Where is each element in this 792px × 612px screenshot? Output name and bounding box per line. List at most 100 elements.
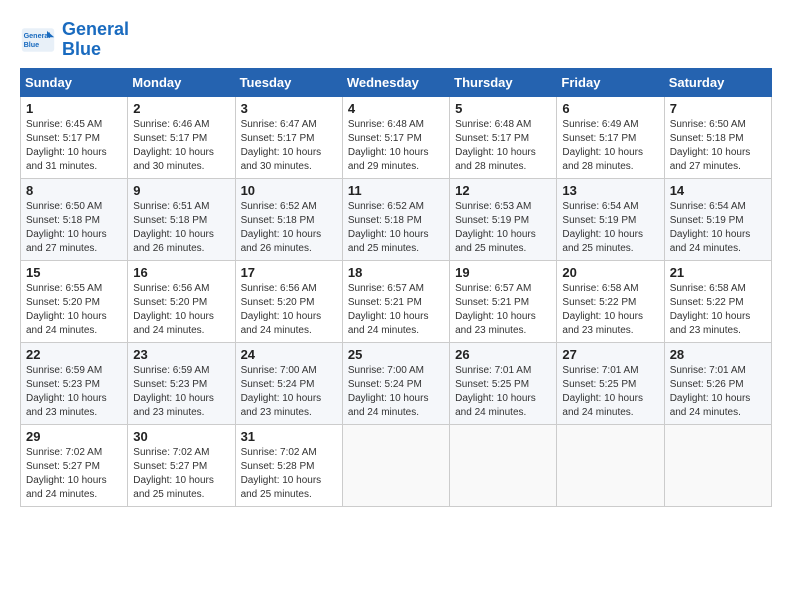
calendar-cell: 31 Sunrise: 7:02 AM Sunset: 5:28 PM Dayli… xyxy=(235,424,342,506)
day-info: Sunrise: 6:50 AM Sunset: 5:18 PM Dayligh… xyxy=(670,118,766,174)
day-number: 24 xyxy=(241,347,337,362)
calendar-cell: 25 Sunrise: 7:00 AM Sunset: 5:24 PM Dayli… xyxy=(342,342,449,424)
day-number: 12 xyxy=(455,183,551,198)
calendar-cell: 11 Sunrise: 6:52 AM Sunset: 5:18 PM Dayli… xyxy=(342,178,449,260)
day-info: Sunrise: 6:59 AM Sunset: 5:23 PM Dayligh… xyxy=(26,364,122,420)
day-number: 15 xyxy=(26,265,122,280)
day-info: Sunrise: 7:01 AM Sunset: 5:26 PM Dayligh… xyxy=(670,364,766,420)
day-info: Sunrise: 6:54 AM Sunset: 5:19 PM Dayligh… xyxy=(670,200,766,256)
day-info: Sunrise: 6:48 AM Sunset: 5:17 PM Dayligh… xyxy=(455,118,551,174)
calendar-cell: 4 Sunrise: 6:48 AM Sunset: 5:17 PM Daylig… xyxy=(342,96,449,178)
weekday-header-monday: Monday xyxy=(128,68,235,96)
day-number: 6 xyxy=(562,101,658,116)
day-info: Sunrise: 6:45 AM Sunset: 5:17 PM Dayligh… xyxy=(26,118,122,174)
day-number: 16 xyxy=(133,265,229,280)
day-number: 11 xyxy=(348,183,444,198)
calendar-cell: 22 Sunrise: 6:59 AM Sunset: 5:23 PM Dayli… xyxy=(21,342,128,424)
calendar-cell: 1 Sunrise: 6:45 AM Sunset: 5:17 PM Daylig… xyxy=(21,96,128,178)
day-number: 4 xyxy=(348,101,444,116)
day-info: Sunrise: 6:59 AM Sunset: 5:23 PM Dayligh… xyxy=(133,364,229,420)
day-info: Sunrise: 6:58 AM Sunset: 5:22 PM Dayligh… xyxy=(562,282,658,338)
day-number: 26 xyxy=(455,347,551,362)
day-number: 30 xyxy=(133,429,229,444)
calendar-cell: 18 Sunrise: 6:57 AM Sunset: 5:21 PM Dayli… xyxy=(342,260,449,342)
calendar-cell: 19 Sunrise: 6:57 AM Sunset: 5:21 PM Dayli… xyxy=(450,260,557,342)
day-number: 28 xyxy=(670,347,766,362)
calendar-cell: 8Sunrise: 6:50 AM Sunset: 5:18 PM Daylig… xyxy=(21,178,128,260)
day-number: 29 xyxy=(26,429,122,444)
calendar-cell: 23 Sunrise: 6:59 AM Sunset: 5:23 PM Dayli… xyxy=(128,342,235,424)
day-info: Sunrise: 7:01 AM Sunset: 5:25 PM Dayligh… xyxy=(562,364,658,420)
calendar-cell xyxy=(557,424,664,506)
day-number: 1 xyxy=(26,101,122,116)
calendar-cell: 20 Sunrise: 6:58 AM Sunset: 5:22 PM Dayli… xyxy=(557,260,664,342)
calendar-cell: 3Sunrise: 6:47 AM Sunset: 5:17 PM Daylig… xyxy=(235,96,342,178)
day-info: Sunrise: 6:56 AM Sunset: 5:20 PM Dayligh… xyxy=(241,282,337,338)
day-info: Sunrise: 7:01 AM Sunset: 5:25 PM Dayligh… xyxy=(455,364,551,420)
svg-text:Blue: Blue xyxy=(24,40,40,49)
calendar-cell: 2 Sunrise: 6:46 AM Sunset: 5:17 PM Daylig… xyxy=(128,96,235,178)
logo-text: General Blue xyxy=(62,20,129,60)
weekday-header-friday: Friday xyxy=(557,68,664,96)
svg-text:General: General xyxy=(24,31,51,40)
calendar-cell: 5 Sunrise: 6:48 AM Sunset: 5:17 PM Daylig… xyxy=(450,96,557,178)
day-number: 2 xyxy=(133,101,229,116)
day-number: 22 xyxy=(26,347,122,362)
day-info: Sunrise: 7:00 AM Sunset: 5:24 PM Dayligh… xyxy=(348,364,444,420)
calendar-cell xyxy=(664,424,771,506)
calendar-cell: 21 Sunrise: 6:58 AM Sunset: 5:22 PM Dayli… xyxy=(664,260,771,342)
day-info: Sunrise: 6:52 AM Sunset: 5:18 PM Dayligh… xyxy=(348,200,444,256)
day-info: Sunrise: 6:58 AM Sunset: 5:22 PM Dayligh… xyxy=(670,282,766,338)
day-info: Sunrise: 7:00 AM Sunset: 5:24 PM Dayligh… xyxy=(241,364,337,420)
calendar-cell: 27 Sunrise: 7:01 AM Sunset: 5:25 PM Dayli… xyxy=(557,342,664,424)
day-number: 21 xyxy=(670,265,766,280)
day-number: 25 xyxy=(348,347,444,362)
day-number: 18 xyxy=(348,265,444,280)
day-info: Sunrise: 6:54 AM Sunset: 5:19 PM Dayligh… xyxy=(562,200,658,256)
day-number: 19 xyxy=(455,265,551,280)
calendar-cell xyxy=(450,424,557,506)
calendar-cell xyxy=(342,424,449,506)
logo: General Blue General Blue xyxy=(20,20,129,60)
day-info: Sunrise: 7:02 AM Sunset: 5:27 PM Dayligh… xyxy=(26,446,122,502)
logo-icon: General Blue xyxy=(20,26,56,54)
day-number: 10 xyxy=(241,183,337,198)
calendar-cell: 6 Sunrise: 6:49 AM Sunset: 5:17 PM Daylig… xyxy=(557,96,664,178)
day-number: 23 xyxy=(133,347,229,362)
day-number: 17 xyxy=(241,265,337,280)
day-info: Sunrise: 7:02 AM Sunset: 5:27 PM Dayligh… xyxy=(133,446,229,502)
calendar-cell: 10 Sunrise: 6:52 AM Sunset: 5:18 PM Dayli… xyxy=(235,178,342,260)
day-number: 27 xyxy=(562,347,658,362)
day-number: 7 xyxy=(670,101,766,116)
calendar-table: SundayMondayTuesdayWednesdayThursdayFrid… xyxy=(20,68,772,507)
weekday-header-thursday: Thursday xyxy=(450,68,557,96)
day-info: Sunrise: 6:48 AM Sunset: 5:17 PM Dayligh… xyxy=(348,118,444,174)
day-info: Sunrise: 6:46 AM Sunset: 5:17 PM Dayligh… xyxy=(133,118,229,174)
calendar-cell: 15 Sunrise: 6:55 AM Sunset: 5:20 PM Dayli… xyxy=(21,260,128,342)
day-number: 31 xyxy=(241,429,337,444)
day-info: Sunrise: 6:49 AM Sunset: 5:17 PM Dayligh… xyxy=(562,118,658,174)
calendar-cell: 7 Sunrise: 6:50 AM Sunset: 5:18 PM Daylig… xyxy=(664,96,771,178)
day-info: Sunrise: 6:57 AM Sunset: 5:21 PM Dayligh… xyxy=(348,282,444,338)
weekday-header-saturday: Saturday xyxy=(664,68,771,96)
day-number: 20 xyxy=(562,265,658,280)
day-info: Sunrise: 6:55 AM Sunset: 5:20 PM Dayligh… xyxy=(26,282,122,338)
day-number: 3 xyxy=(241,101,337,116)
weekday-header-tuesday: Tuesday xyxy=(235,68,342,96)
calendar-cell: 13 Sunrise: 6:54 AM Sunset: 5:19 PM Dayli… xyxy=(557,178,664,260)
day-info: Sunrise: 6:50 AM Sunset: 5:18 PM Dayligh… xyxy=(26,200,122,256)
day-info: Sunrise: 7:02 AM Sunset: 5:28 PM Dayligh… xyxy=(241,446,337,502)
day-number: 5 xyxy=(455,101,551,116)
calendar-cell: 24 Sunrise: 7:00 AM Sunset: 5:24 PM Dayli… xyxy=(235,342,342,424)
day-number: 14 xyxy=(670,183,766,198)
calendar-cell: 9Sunrise: 6:51 AM Sunset: 5:18 PM Daylig… xyxy=(128,178,235,260)
day-info: Sunrise: 6:52 AM Sunset: 5:18 PM Dayligh… xyxy=(241,200,337,256)
calendar-cell: 30 Sunrise: 7:02 AM Sunset: 5:27 PM Dayli… xyxy=(128,424,235,506)
calendar-cell: 14 Sunrise: 6:54 AM Sunset: 5:19 PM Dayli… xyxy=(664,178,771,260)
day-info: Sunrise: 6:57 AM Sunset: 5:21 PM Dayligh… xyxy=(455,282,551,338)
day-info: Sunrise: 6:53 AM Sunset: 5:19 PM Dayligh… xyxy=(455,200,551,256)
day-number: 9 xyxy=(133,183,229,198)
day-number: 13 xyxy=(562,183,658,198)
day-info: Sunrise: 6:56 AM Sunset: 5:20 PM Dayligh… xyxy=(133,282,229,338)
weekday-header-sunday: Sunday xyxy=(21,68,128,96)
